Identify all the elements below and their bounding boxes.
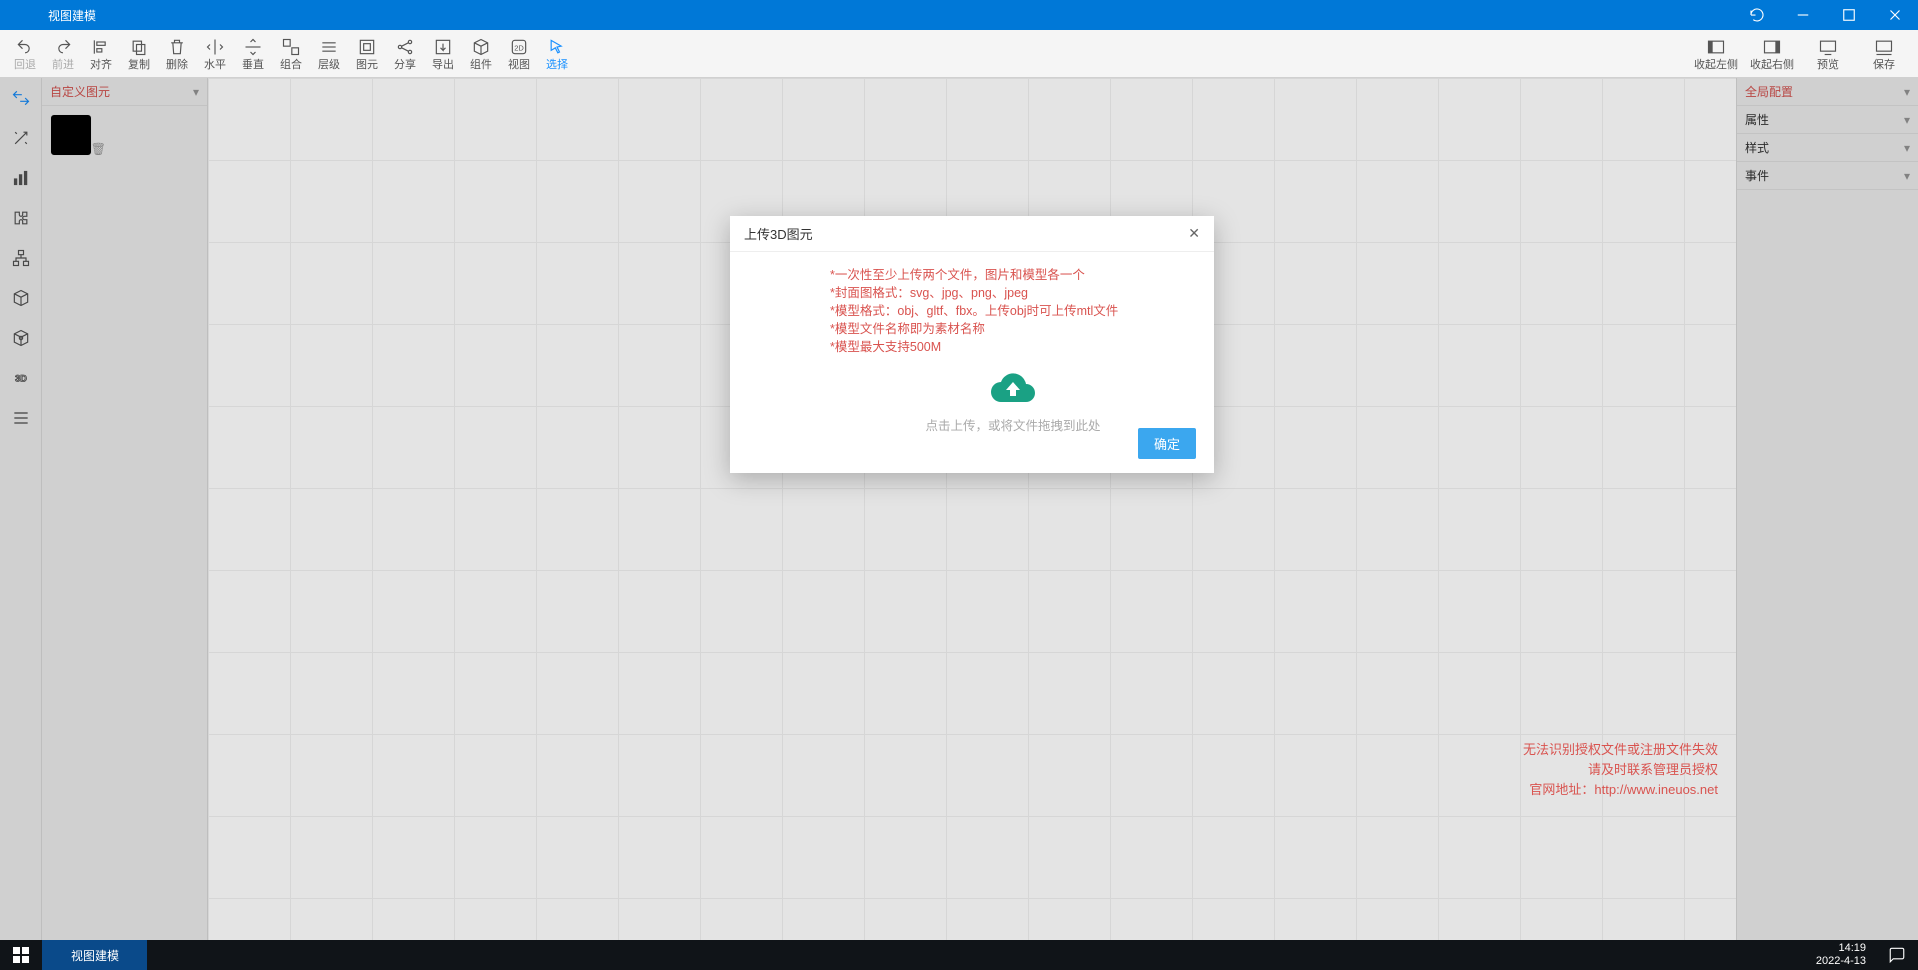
undo-icon (15, 36, 35, 58)
dialog-ok-button[interactable]: 确定 (1138, 428, 1196, 459)
taskbar-clock[interactable]: 14:19 2022-4-13 (1816, 942, 1876, 968)
svg-text:3D: 3D (15, 373, 27, 383)
license-url-link[interactable]: http://www.ineuos.net (1594, 782, 1718, 797)
chevron-down-icon: ▾ (193, 85, 199, 99)
rail-item-magic[interactable] (7, 124, 35, 152)
notification-tray[interactable] (1876, 940, 1918, 970)
select-icon (547, 36, 567, 58)
rail-item-hier[interactable] (7, 244, 35, 272)
dialog-title: 上传3D图元 (744, 224, 813, 243)
preview-icon (1818, 36, 1838, 58)
chevron-down-icon: ▾ (1904, 85, 1910, 99)
element-icon (357, 36, 377, 58)
tool-panel-right[interactable]: 收起右侧 (1744, 32, 1800, 76)
tool-preview[interactable]: 预览 (1800, 32, 1856, 76)
tool-vert[interactable]: 垂直 (234, 32, 272, 76)
start-button[interactable] (0, 940, 42, 970)
chevron-down-icon: ▾ (1904, 113, 1910, 127)
rail-item-puzzle[interactable] (7, 204, 35, 232)
element-thumbnail[interactable]: 🗑 (50, 114, 106, 156)
tool-align[interactable]: 对齐 (82, 32, 120, 76)
tool-undo[interactable]: 回退 (6, 32, 44, 76)
tool-share[interactable]: 分享 (386, 32, 424, 76)
group-icon (281, 36, 301, 58)
left-panel-title: 自定义图元 (50, 83, 110, 100)
layer-icon (319, 36, 339, 58)
rail-item-swap[interactable] (7, 84, 35, 112)
tool-select[interactable]: 选择 (538, 32, 576, 76)
rail-item-cube[interactable] (7, 284, 35, 312)
rail-item-bars[interactable] (7, 164, 35, 192)
window-title: 视图建模 (0, 7, 96, 24)
component-icon (471, 36, 491, 58)
svg-text:2D: 2D (514, 43, 524, 52)
copy-icon (129, 36, 149, 58)
chevron-down-icon: ▾ (1904, 169, 1910, 183)
left-panel-header[interactable]: 自定义图元 ▾ (42, 78, 207, 106)
panel-left-icon (1706, 36, 1726, 58)
delete-icon (167, 36, 187, 58)
view2d-icon: 2D (509, 36, 529, 58)
tool-delete[interactable]: 删除 (158, 32, 196, 76)
tool-group[interactable]: 组合 (272, 32, 310, 76)
right-panel-item-2[interactable]: 样式▾ (1737, 134, 1918, 162)
upload-3d-dialog: 上传3D图元 ✕ *一次性至少上传两个文件，图片和模型各一个*封面图格式：svg… (730, 216, 1214, 473)
rail-item-cube3d[interactable] (7, 324, 35, 352)
horiz-icon (205, 36, 225, 58)
window-titlebar: 视图建模 (0, 0, 1918, 30)
tool-panel-left[interactable]: 收起左侧 (1688, 32, 1744, 76)
tool-export[interactable]: 导出 (424, 32, 462, 76)
tool-save[interactable]: 保存 (1856, 32, 1912, 76)
align-icon (91, 36, 111, 58)
refresh-button[interactable] (1734, 0, 1780, 30)
rail-item-list[interactable] (7, 404, 35, 432)
left-panel: 自定义图元 ▾ 🗑 (42, 78, 208, 940)
delete-icon[interactable]: 🗑 (91, 142, 106, 156)
left-icon-rail: 3D (0, 78, 42, 940)
dialog-close-button[interactable]: ✕ (1188, 225, 1200, 242)
tool-copy[interactable]: 复制 (120, 32, 158, 76)
upload-rules: *一次性至少上传两个文件，图片和模型各一个*封面图格式：svg、jpg、png、… (830, 266, 1196, 356)
tool-element[interactable]: 图元 (348, 32, 386, 76)
cloud-upload-icon (990, 370, 1036, 404)
design-canvas[interactable]: 无法识别授权文件或注册文件失效 请及时联系管理员授权 官网地址：http://w… (208, 78, 1736, 940)
chevron-down-icon: ▾ (1904, 141, 1910, 155)
thumbnail-preview (50, 114, 92, 156)
rail-item-3d[interactable]: 3D (7, 364, 35, 392)
right-panel-item-0[interactable]: 全局配置▾ (1737, 78, 1918, 106)
tool-view2d[interactable]: 2D视图 (500, 32, 538, 76)
tool-layer[interactable]: 层级 (310, 32, 348, 76)
maximize-button[interactable] (1826, 0, 1872, 30)
main-toolbar: 回退前进对齐复制删除水平垂直组合层级图元分享导出组件2D视图选择 收起左侧收起右… (0, 30, 1918, 78)
tool-component[interactable]: 组件 (462, 32, 500, 76)
license-line2: 请及时联系管理员授权 (1523, 760, 1718, 780)
license-line1: 无法识别授权文件或注册文件失效 (1523, 740, 1718, 760)
close-button[interactable] (1872, 0, 1918, 30)
export-icon (433, 36, 453, 58)
tool-redo[interactable]: 前进 (44, 32, 82, 76)
panel-right-icon (1762, 36, 1782, 58)
right-panel-item-1[interactable]: 属性▾ (1737, 106, 1918, 134)
right-panel: 全局配置▾属性▾样式▾事件▾ (1736, 78, 1918, 940)
share-icon (395, 36, 415, 58)
taskbar-app-button[interactable]: 视图建模 (42, 940, 147, 970)
upload-dropzone[interactable]: 点击上传，或将文件拖拽到此处 (830, 366, 1196, 434)
right-panel-item-3[interactable]: 事件▾ (1737, 162, 1918, 190)
redo-icon (53, 36, 73, 58)
license-warning: 无法识别授权文件或注册文件失效 请及时联系管理员授权 官网地址：http://w… (1523, 740, 1718, 800)
vert-icon (243, 36, 263, 58)
save-icon (1874, 36, 1894, 58)
license-line3: 官网地址：http://www.ineuos.net (1523, 780, 1718, 800)
tool-horiz[interactable]: 水平 (196, 32, 234, 76)
minimize-button[interactable] (1780, 0, 1826, 30)
os-taskbar: 视图建模 14:19 2022-4-13 (0, 940, 1918, 970)
